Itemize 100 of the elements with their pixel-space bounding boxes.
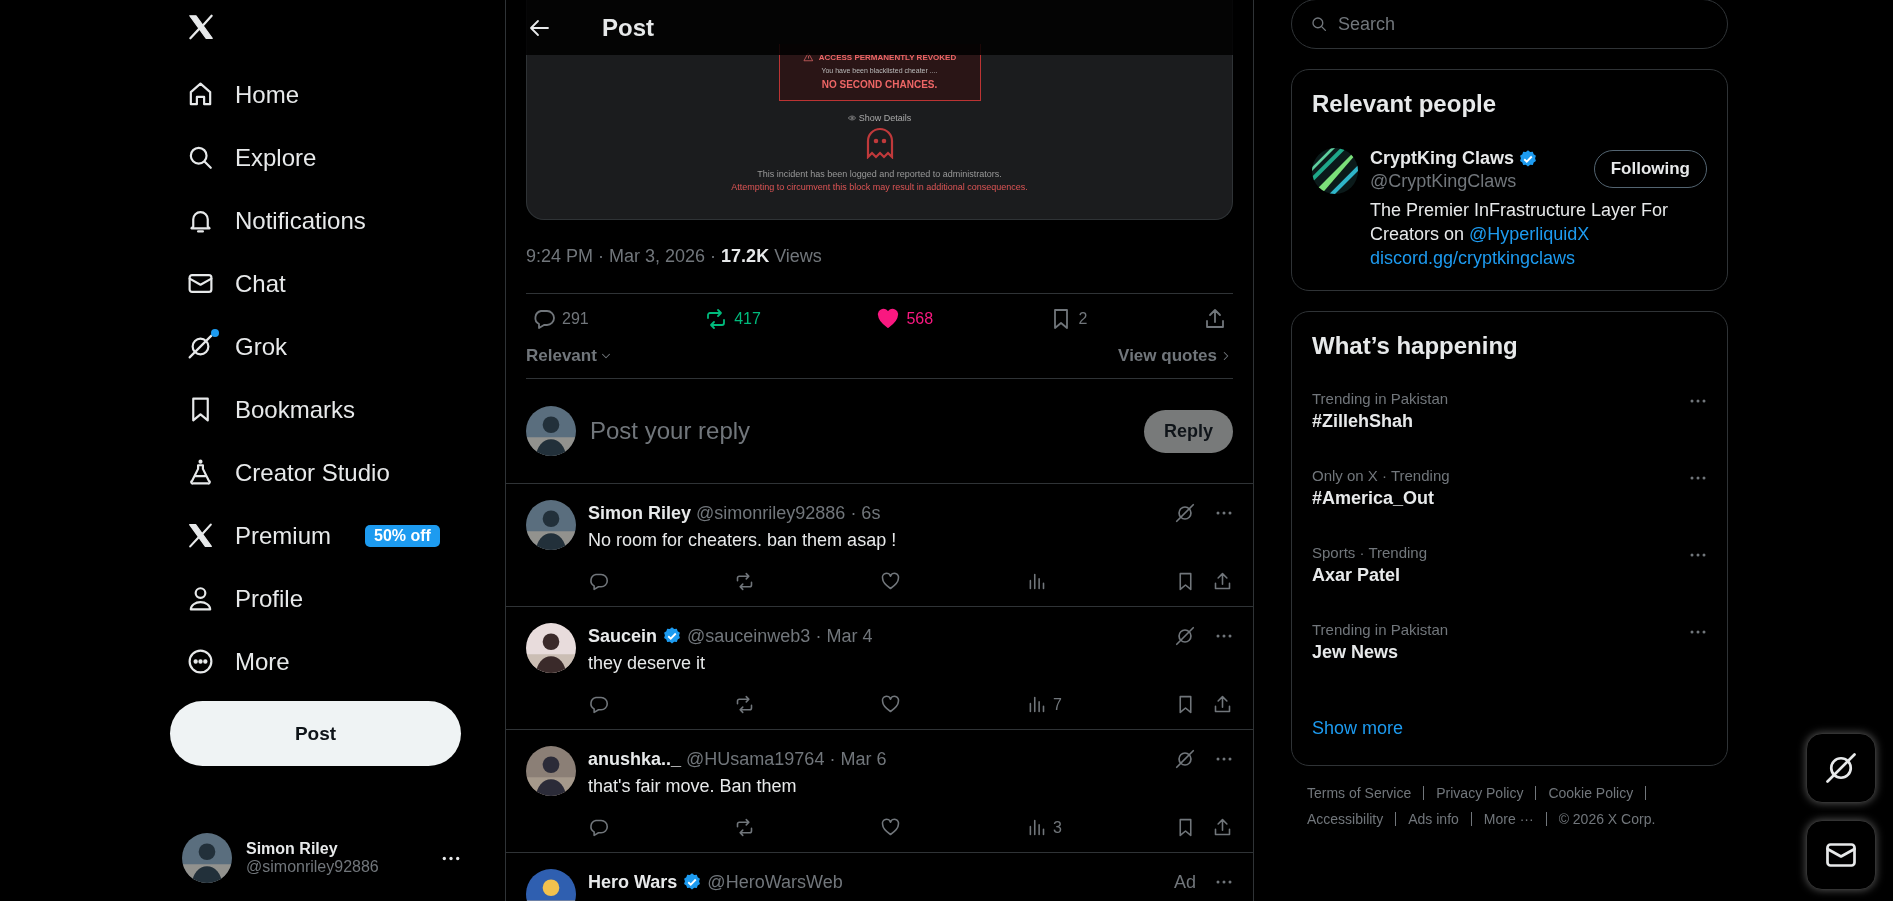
nav-item[interactable]: Creator Studio	[170, 441, 461, 504]
speech-bubble-icon	[588, 817, 609, 838]
nav-label: Chat	[235, 269, 286, 298]
more-icon	[186, 647, 215, 676]
account-handle: @simonriley92886	[246, 858, 380, 876]
avatar[interactable]	[526, 746, 576, 796]
footer-link[interactable]: Ads info	[1408, 812, 1472, 826]
slashed-circle-icon	[186, 332, 215, 361]
author-name[interactable]: Saucein	[588, 625, 658, 647]
person-name[interactable]: CryptKing Claws	[1370, 148, 1515, 169]
section-title: What’s happening	[1312, 332, 1519, 360]
discount-badge: 50% off	[365, 524, 440, 547]
nav-label: Home	[235, 80, 300, 109]
warning-emphasis: NO SECOND CHANCES.	[821, 79, 938, 90]
nav-item[interactable]: Explore	[170, 126, 461, 189]
post-time: · Mar 4	[815, 625, 873, 647]
author-handle[interactable]: @HUsama19764	[686, 748, 825, 770]
post-button[interactable]: Post	[170, 701, 461, 766]
share-icon	[1212, 694, 1233, 715]
avatar[interactable]	[526, 406, 576, 456]
trend-topic[interactable]: Axar Patel	[1312, 565, 1428, 586]
nav-label: More	[235, 647, 290, 676]
repost-icon	[734, 817, 755, 838]
slashed-circle-icon	[1174, 748, 1196, 770]
speech-bubble-icon	[588, 694, 609, 715]
nav-label: Grok	[235, 332, 287, 361]
mention-link[interactable]: @HyperliquidX	[1469, 224, 1590, 244]
person-bio: The Premier InFrastructure Layer For Creators on @HyperliquidX discord.gg/cryptkingclaws	[1370, 199, 1670, 270]
avatar[interactable]	[526, 500, 576, 550]
show-more-link[interactable]: Show more	[1312, 718, 1707, 739]
footer-link[interactable]: Accessibility	[1307, 812, 1397, 826]
nav-item[interactable]: Home	[170, 63, 461, 126]
avatar[interactable]	[1312, 148, 1358, 194]
ad-label: Ad	[1173, 871, 1196, 893]
warning-icon	[802, 52, 814, 62]
author-handle[interactable]: @sauceinweb3	[687, 625, 811, 647]
messages-button[interactable]	[1806, 820, 1876, 890]
reply-text: that's fair move. Ban them	[588, 776, 798, 797]
repost-icon	[734, 694, 755, 715]
post-timestamp[interactable]: 9:24 PM · Mar 3, 2026 ·	[526, 246, 717, 267]
nav-item[interactable]: Bookmarks	[170, 378, 461, 441]
account-name: Simon Riley	[246, 840, 339, 858]
trend-topic[interactable]: Jew News	[1312, 642, 1449, 663]
post-time: · 6s	[850, 502, 881, 524]
bookmark-action[interactable]: 2	[1048, 307, 1088, 331]
details-link: Show Details	[858, 113, 912, 123]
slashed-circle-icon	[1823, 750, 1859, 786]
trend-context: Sports · Trending	[1312, 544, 1428, 561]
speech-bubble-icon	[532, 307, 556, 331]
heart-icon	[880, 694, 901, 715]
post-time: · Mar 6	[829, 748, 887, 770]
like-action[interactable]: 568	[876, 307, 934, 331]
search-input[interactable]: Search	[1336, 12, 1709, 36]
trend-context: Only on X · Trending	[1312, 467, 1450, 484]
eye-icon	[847, 115, 856, 121]
author-handle[interactable]: @HeroWarsWeb	[707, 871, 843, 893]
share-icon	[1212, 817, 1233, 838]
nav-label: Bookmarks	[235, 395, 356, 424]
trend-context: Trending in Pakistan	[1312, 621, 1449, 638]
view-count: 7	[1053, 695, 1062, 714]
repost-action[interactable]: 417	[704, 307, 761, 331]
reply-text: No room for cheaters. ban them asap !	[588, 530, 898, 551]
view-count: 17.2K	[721, 246, 770, 267]
reply-text: they deserve it	[588, 653, 707, 674]
heart-icon	[880, 571, 901, 592]
speech-bubble-icon	[588, 571, 609, 592]
author-name[interactable]: anushka.._	[588, 748, 682, 770]
slashed-circle-icon	[1174, 502, 1196, 524]
grok-button[interactable]	[1806, 733, 1876, 803]
nav-item[interactable]: More	[170, 630, 461, 693]
section-title: Relevant people	[1312, 90, 1498, 118]
nav-item[interactable]: Profile	[170, 567, 461, 630]
nav-label: Explore	[235, 143, 317, 172]
reply-action[interactable]: 291	[532, 307, 589, 331]
trend-topic[interactable]: #America_Out	[1312, 488, 1450, 509]
footer-link[interactable]: More ···	[1483, 812, 1547, 826]
footer-link[interactable]: Cookie Policy	[1548, 786, 1647, 800]
author-name[interactable]: Simon Riley	[588, 502, 692, 524]
person-handle: @CryptKingClaws	[1370, 171, 1518, 192]
nav-label: Creator Studio	[235, 458, 390, 487]
view-quotes-link[interactable]: View quotes	[1118, 346, 1233, 366]
heart-icon	[876, 307, 901, 331]
website-link[interactable]: discord.gg/cryptkingclaws	[1370, 248, 1576, 268]
nav-item[interactable]: Premium 50% off	[170, 504, 461, 567]
sort-dropdown[interactable]: Relevant	[526, 346, 613, 366]
avatar[interactable]	[182, 833, 232, 883]
avatar[interactable]	[526, 623, 576, 673]
footer-link[interactable]: Terms of Service	[1307, 786, 1425, 800]
nav-label: Profile	[235, 584, 304, 613]
more-icon[interactable]	[441, 854, 461, 862]
trend-topic[interactable]: #ZillehShah	[1312, 411, 1449, 432]
repost-icon	[734, 571, 755, 592]
nav-item[interactable]: Chat	[170, 252, 461, 315]
nav-item[interactable]: Notifications	[170, 189, 461, 252]
nav-item[interactable]: Grok	[170, 315, 461, 378]
author-handle[interactable]: @simonriley92886	[696, 502, 846, 524]
footer-link[interactable]: Privacy Policy	[1436, 786, 1537, 800]
author-name[interactable]: Hero Wars	[588, 871, 678, 893]
x-logo-icon	[186, 12, 216, 42]
search-bar[interactable]: Search	[1291, 0, 1728, 49]
